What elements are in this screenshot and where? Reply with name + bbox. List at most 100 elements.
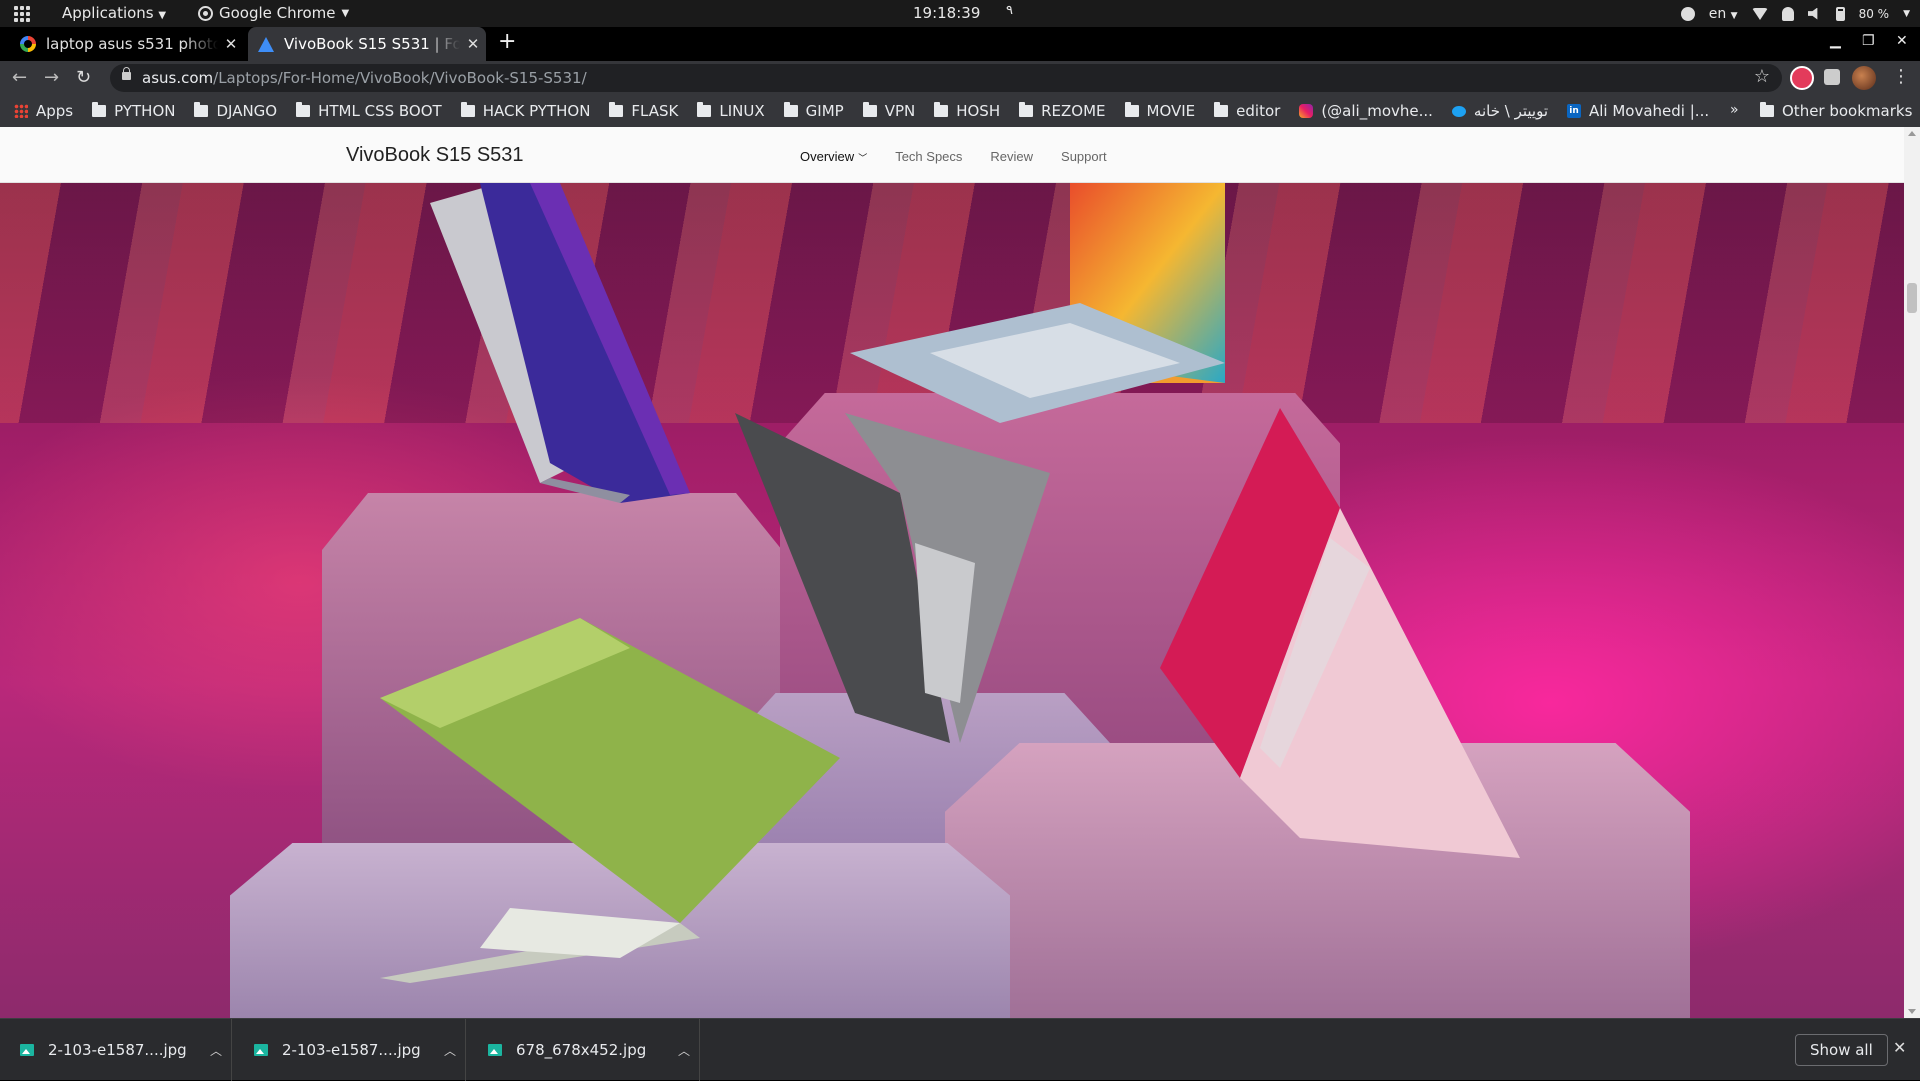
show-all-downloads-button[interactable]: Show all [1795,1034,1888,1066]
bookmark-label: editor [1236,102,1281,120]
google-icon [20,36,36,52]
bookmark-folder-flask[interactable]: FLASK [609,102,678,120]
bookmark-star-icon[interactable]: ☆ [1754,66,1770,87]
download-item[interactable]: 678_678x452.jpg ︿ [468,1019,700,1081]
product-title: VivoBook S15 S531 [346,144,524,166]
asus-icon [258,36,274,52]
bookmark-folder-vpn[interactable]: VPN [862,102,916,120]
nav-review[interactable]: Review [990,149,1033,164]
new-tab-button[interactable]: + [498,29,516,54]
profile-avatar[interactable] [1852,66,1876,90]
applications-label: Applications [62,4,154,22]
battery-icon[interactable] [1835,6,1845,21]
folder-icon [92,102,107,117]
folder-icon [783,102,798,117]
bookmark-folder-gimp[interactable]: GIMP [783,102,844,120]
scroll-thumb[interactable] [1907,283,1917,313]
url-host: asus.com [142,69,214,87]
back-icon[interactable]: ← [12,67,27,88]
bookmark-twitter[interactable]: توییتر \ خانه [1451,102,1548,120]
url-path: /Laptops/For-Home/VivoBook/VivoBook-S15-… [213,69,587,87]
volume-icon[interactable] [1807,7,1818,20]
minimize-icon[interactable]: ▁ [1830,33,1841,49]
scroll-down-icon[interactable] [1908,1009,1916,1014]
extensions-puzzle-icon[interactable] [1824,69,1840,85]
close-tab-icon[interactable]: ✕ [218,35,244,53]
page-scrollbar[interactable] [1904,127,1920,1018]
bookmark-linkedin[interactable]: in Ali Movahedi |... [1567,102,1709,120]
tab-asus-vivobook[interactable]: VivoBook S15 S531 | For Home ✕ [248,27,486,61]
bookmark-folder-linux[interactable]: LINUX [697,102,765,120]
reload-icon[interactable]: ↻ [76,67,91,88]
workspace-indicator: ٩ [1006,3,1013,18]
accessibility-icon[interactable] [1680,6,1695,21]
bookmark-folder-html-css-boot[interactable]: HTML CSS BOOT [296,102,442,120]
chevron-up-icon[interactable]: ︿ [435,1042,465,1059]
bookmarks-overflow-icon[interactable]: » [1730,102,1739,118]
other-bookmarks[interactable]: Other bookmarks [1760,102,1912,120]
chevron-up-icon[interactable]: ︿ [669,1042,699,1059]
folder-icon [934,102,949,117]
green-laptop [380,618,840,983]
bookmark-label: (@ali_movhe... [1321,102,1433,120]
nav-support[interactable]: Support [1061,149,1107,164]
download-item[interactable]: 2-103-e1587....jpg ︿ [0,1019,232,1081]
bookmark-folder-hack-python[interactable]: HACK PYTHON [460,102,590,120]
red-laptop [1160,408,1520,858]
bookmark-label: توییتر \ خانه [1473,102,1548,120]
language-selector[interactable]: en ▼ [1709,6,1738,22]
tab-strip: laptop asus s531 photo hd ✕ VivoBook S15… [0,27,1920,61]
bookmark-folder-editor[interactable]: editor [1214,102,1280,120]
lock-icon[interactable] [122,67,131,80]
download-filename: 678_678x452.jpg [516,1041,647,1059]
nav-tech-specs[interactable]: Tech Specs [895,149,962,164]
bookmark-folder-hosh[interactable]: HOSH [934,102,1000,120]
caret-down-icon: ▼ [158,10,167,21]
notification-icon[interactable] [1781,6,1794,21]
address-bar[interactable]: asus.com/Laptops/For-Home/VivoBook/VivoB… [110,64,1782,92]
bookmark-label: Apps [36,102,74,120]
restore-icon[interactable]: ❐ [1862,33,1875,49]
active-app-label: Google Chrome [219,4,336,22]
system-top-bar: Applications ▼ Google Chrome ▼ 19:18:39 ٩… [0,0,1920,27]
bookmark-label: MOVIE [1146,102,1196,120]
system-tray[interactable]: en ▼ 80 % ▼ [1680,0,1920,27]
chrome-menu-icon[interactable]: ⋮ [1892,66,1910,90]
bookmark-folder-rezome[interactable]: REZOME [1019,102,1106,120]
bookmark-folder-python[interactable]: PYTHON [92,102,175,120]
url-text[interactable]: asus.com/Laptops/For-Home/VivoBook/VivoB… [142,69,587,87]
chevron-down-icon: ﹀ [858,153,868,163]
close-window-icon[interactable]: ✕ [1896,33,1908,49]
bookmark-apps[interactable]: Apps [14,102,73,120]
bookmark-folder-movie[interactable]: MOVIE [1124,102,1196,120]
linkedin-icon: in [1567,104,1581,118]
wifi-icon[interactable] [1751,7,1768,20]
image-file-icon [20,1044,34,1056]
folder-icon [609,102,624,117]
twitter-icon [1451,105,1466,117]
activities-grid-icon[interactable] [14,6,30,22]
bookmarks-bar: Apps PYTHON DJANGO HTML CSS BOOT HACK PY… [0,95,1920,127]
nav-overview[interactable]: Overview ﹀ [800,149,867,164]
chevron-up-icon[interactable]: ︿ [201,1042,231,1059]
download-item[interactable]: 2-103-e1587....jpg ︿ [234,1019,466,1081]
active-app-menu[interactable]: Google Chrome ▼ [198,4,349,22]
folder-icon [1214,102,1229,117]
scroll-up-icon[interactable] [1908,131,1916,136]
applications-menu[interactable]: Applications ▼ [62,4,166,22]
language-label: en [1708,5,1727,22]
bookmark-label: Ali Movahedi |... [1589,102,1710,120]
folder-icon [862,102,877,117]
battery-percentage: 80 % [1858,6,1890,21]
clock[interactable]: 19:18:39 [913,4,980,22]
tab-google-search[interactable]: laptop asus s531 photo hd ✕ [10,27,244,61]
forward-icon[interactable]: → [44,67,59,88]
close-tab-icon[interactable]: ✕ [460,35,486,53]
bookmark-folder-django[interactable]: DJANGO [194,102,277,120]
caret-down-icon[interactable]: ▼ [1903,9,1910,19]
extension-icon[interactable] [1790,66,1814,90]
bookmark-label: VPN [884,102,916,120]
close-shelf-icon[interactable]: ✕ [1893,1038,1906,1057]
instagram-icon [1299,104,1314,118]
bookmark-instagram[interactable]: (@ali_movhe... [1299,102,1433,120]
